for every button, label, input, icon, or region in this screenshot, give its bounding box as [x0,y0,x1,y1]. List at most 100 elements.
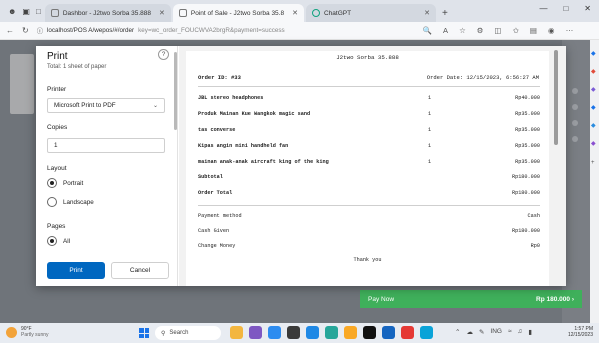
item-qty: 1 [428,127,432,133]
read-aloud-icon[interactable]: A [443,26,448,35]
settings-scrollbar[interactable] [174,52,177,130]
order-total-label: Order Total [198,190,233,196]
taskbar: 90°F Partly sunny ⚲ Search ⌃ ☁ ✎ ING ≈ ♫… [0,323,599,343]
cancel-button[interactable]: Cancel [111,262,169,279]
order-date: Order Date: 12/15/2023, 6:56:27 AM [426,74,539,81]
minimize-icon[interactable]: — [539,4,547,13]
url-field[interactable]: ⓘ localhost/POS A/wepos/#/order key=wc_o… [37,24,397,37]
item-name: mainan anak-anak aircraft king of the ki… [198,159,329,165]
item-price: Rp40.000 [515,95,540,101]
item-qty: 1 [428,159,432,165]
language-indicator[interactable]: ING [490,328,502,336]
extensions-icon[interactable]: ⚙ [477,26,484,35]
split-screen-icon[interactable]: ◫ [495,26,502,35]
app-icon[interactable] [306,326,319,339]
tab-label: Point of Sale - J2two Sorba 35.8 [190,9,285,17]
print-sheet-count: Total: 1 sheet of paper [47,64,107,70]
radio-icon [47,197,57,207]
taskbar-clock[interactable]: 1:57 PM 12/15/2023 [568,326,593,338]
outlook-icon[interactable]: ◆ [591,140,596,147]
shopping-icon[interactable]: ◆ [591,68,596,75]
info-icon[interactable]: ⓘ [37,26,43,35]
printer-label: Printer [47,86,67,93]
weather-widget[interactable]: 90°F Partly sunny [6,326,49,338]
pay-now-button[interactable]: Pay Now Rp 180.000 › [360,290,582,308]
tab-dashboard[interactable]: Dashbor - J2two Sorba 35.888 ✕ [44,4,171,22]
layout-landscape-radio[interactable]: Landscape [47,197,94,207]
tools-icon[interactable]: ◆ [591,86,596,93]
table-row: tas converse 1 Rp35.000 [198,127,540,136]
cloud-icon[interactable]: ☁ [466,328,473,336]
app-icon[interactable] [325,326,338,339]
app-icon[interactable] [382,326,395,339]
search-icon[interactable]: ◆ [591,50,596,57]
item-name: JBL stereo headphones [198,95,264,101]
divider [198,205,540,206]
close-icon[interactable]: ✕ [424,9,430,17]
refresh-icon[interactable]: ↻ [22,26,29,35]
back-icon[interactable]: ← [6,26,14,35]
games-icon[interactable]: ◆ [591,104,596,111]
favorite-icon[interactable]: ☆ [459,26,466,35]
pen-icon[interactable]: ✎ [479,328,484,336]
tab-point-of-sale[interactable]: Point of Sale - J2two Sorba 35.8 ✕ [172,4,304,22]
office-icon[interactable]: ◆ [591,122,596,129]
table-row: Produk Mainan Kue Wangkok magic sand 1 R… [198,111,540,120]
change-money-row: Change Money Rp0 [198,243,540,252]
close-icon[interactable]: ✕ [292,9,298,17]
page-icon [50,9,59,17]
printer-select[interactable]: Microsoft Print to PDF ⌄ [47,98,165,113]
edge-icon[interactable] [420,326,433,339]
tab-label: ChatGPT [323,9,352,17]
close-window-icon[interactable]: ✕ [584,4,591,13]
print-dialog: Print Total: 1 sheet of paper ? Printer … [36,46,566,286]
widgets-icon[interactable] [230,326,243,339]
pages-all-radio[interactable]: All [47,236,70,246]
action-dot [572,120,578,126]
volume-icon[interactable]: ♫ [518,328,523,336]
profile-sync-icon[interactable]: ◉ [548,26,555,35]
chatgpt-icon [311,9,320,17]
collections-icon[interactable]: ▤ [530,26,537,35]
layout-portrait-radio[interactable]: Portrait [47,178,83,188]
favorites-bar-icon[interactable]: ✩ [513,26,519,35]
more-icon[interactable]: ⋯ [566,26,574,35]
windows-start-icon[interactable] [139,328,149,338]
copies-input[interactable]: 1 [47,138,165,153]
zoom-icon[interactable]: 🔍 [423,26,432,35]
cash-given-value: Rp180.000 [511,228,540,234]
app-icon[interactable] [401,326,414,339]
sun-icon [6,326,17,338]
close-icon[interactable]: ✕ [159,9,165,17]
print-button[interactable]: Print [47,262,105,279]
tab-chatgpt[interactable]: ChatGPT ✕ [305,4,436,22]
taskbar-search[interactable]: ⚲ Search [155,326,221,340]
add-icon[interactable]: + [591,160,595,166]
app-icon[interactable] [268,326,281,339]
tab-actions-icon[interactable]: □ [36,7,41,16]
item-name: tas converse [198,127,236,133]
item-name: Produk Mainan Kue Wangkok magic sand [198,111,311,117]
system-tray: ⌃ ☁ ✎ ING ≈ ♫ ▮ [455,328,532,336]
toolbar-icons: 🔍 A ☆ ⚙ ◫ ✩ ▤ ◉ ⋯ [423,26,573,35]
item-price: Rp35.000 [515,111,540,117]
pay-now-amount: Rp 180.000 › [536,295,574,303]
app-icon[interactable] [287,326,300,339]
app-icon[interactable] [249,326,262,339]
file-explorer-icon[interactable] [344,326,357,339]
wifi-icon[interactable]: ≈ [508,328,512,336]
chevron-up-icon[interactable]: ⌃ [455,328,460,336]
profile-icon[interactable]: ☻ [8,7,16,16]
url-host: localhost/POS A/wepos/#/order [47,27,135,34]
tiktok-icon[interactable] [363,326,376,339]
workspaces-icon[interactable]: ▣ [22,7,30,16]
payment-method-label: Payment method [198,213,242,219]
battery-icon[interactable]: ▮ [528,328,532,336]
action-dot [572,136,578,142]
preview-scrollbar[interactable] [554,50,558,145]
restore-icon[interactable]: □ [563,4,568,13]
search-label: Search [169,330,189,336]
browser-sidebar: ◆ ◆ ◆ ◆ ◆ ◆ + [590,40,599,323]
new-tab-icon[interactable]: + [442,4,448,22]
help-icon[interactable]: ? [158,49,169,60]
